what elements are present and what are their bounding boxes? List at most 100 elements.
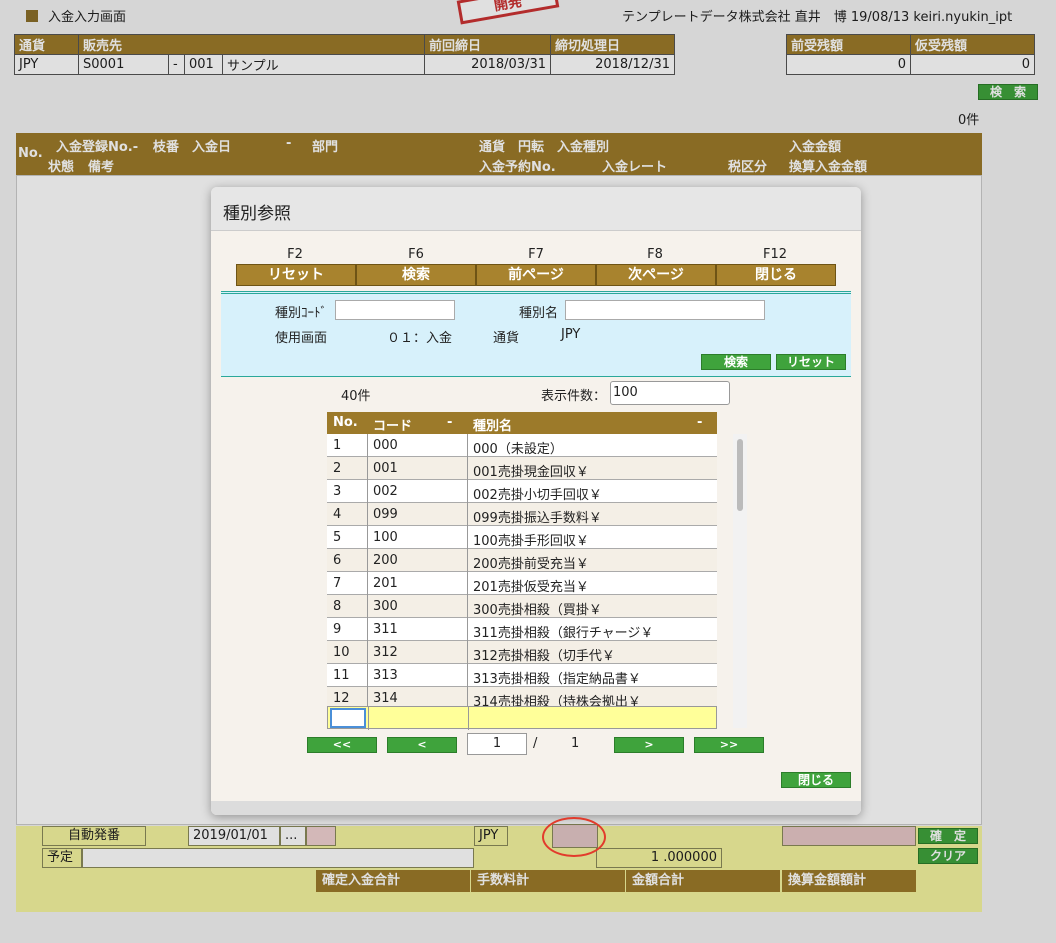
prev-page-button[interactable]: < <box>387 737 457 753</box>
grid-divider <box>367 664 368 687</box>
grid-divider <box>367 595 368 618</box>
table-row[interactable]: 3 002 002売掛小切手回収￥ <box>327 480 717 503</box>
cell-code: 313 <box>373 668 398 683</box>
search-panel: 種別ｺｰﾄﾞ 種別名 使用画面 ０１：入金 通貨 JPY 検索 リセット <box>221 291 851 377</box>
grid-divider <box>467 641 468 664</box>
next-page-button[interactable]: > <box>614 737 684 753</box>
fkey-f6: F6 <box>408 247 424 262</box>
currency-label: 通貨 <box>493 331 520 346</box>
cell-name: 002売掛小切手回収￥ <box>473 488 602 503</box>
page-size-label: 表示件数： <box>541 389 607 404</box>
cell-no: 10 <box>333 645 350 660</box>
code-label: 種別ｺｰﾄﾞ <box>275 306 328 321</box>
grid-divider <box>367 457 368 480</box>
dialog-close-button[interactable]: 閉じる <box>781 772 851 788</box>
cell-name: 200売掛前受充当￥ <box>473 557 589 572</box>
currency-value: JPY <box>561 327 581 342</box>
search-fbutton[interactable]: 検索 <box>356 264 476 286</box>
grid-divider <box>468 707 469 730</box>
cell-no: 7 <box>333 576 342 591</box>
cell-no: 1 <box>333 438 342 453</box>
panel-reset-button[interactable]: リセット <box>776 354 846 370</box>
grid-divider <box>367 572 368 595</box>
cell-code: 201 <box>373 576 398 591</box>
gh-name-sort[interactable]: - <box>697 415 702 430</box>
code-input[interactable] <box>335 300 455 320</box>
cell-no: 11 <box>333 668 350 683</box>
fkey-f12: F12 <box>762 247 788 262</box>
grid-divider <box>467 618 468 641</box>
cell-no: 4 <box>333 507 342 522</box>
cell-code: 100 <box>373 530 398 545</box>
cell-no: 12 <box>333 691 350 706</box>
grid-divider <box>467 572 468 595</box>
gh-code-sort[interactable]: - <box>447 415 452 430</box>
table-row[interactable]: 9 311 311売掛相殺（銀行チャージ￥ <box>327 618 717 641</box>
cell-no: 3 <box>333 484 342 499</box>
prev-page-fbutton[interactable]: 前ページ <box>476 264 596 286</box>
table-row[interactable]: 5 100 100売掛手形回収￥ <box>327 526 717 549</box>
name-label: 種別名 <box>519 306 559 321</box>
screen-value: ０１：入金 <box>387 331 453 346</box>
cell-name: 300売掛相殺（買掛￥ <box>473 603 602 618</box>
cell-code: 000 <box>373 438 398 453</box>
fkey-f7: F7 <box>528 247 544 262</box>
cell-name: 311売掛相殺（銀行チャージ￥ <box>473 626 654 641</box>
grid-divider <box>367 434 368 457</box>
screen-label: 使用画面 <box>275 331 328 346</box>
first-page-button[interactable]: << <box>307 737 377 753</box>
grid-divider <box>367 641 368 664</box>
table-row[interactable]: 1 000 000（未設定） <box>327 434 717 457</box>
table-row[interactable]: 2 001 001売掛現金回収￥ <box>327 457 717 480</box>
page-size-input[interactable]: 100 <box>610 381 730 405</box>
grid-header: No. コード - 種別名 - <box>327 412 717 434</box>
type-reference-dialog: 種別参照 F2 F6 F7 F8 F12 リセット 検索 前ページ 次ページ 閉… <box>211 187 861 815</box>
cell-code: 002 <box>373 484 398 499</box>
grid-divider <box>467 434 468 457</box>
cell-code: 300 <box>373 599 398 614</box>
new-row <box>327 706 717 730</box>
panel-search-button[interactable]: 検索 <box>701 354 771 370</box>
grid-divider <box>467 549 468 572</box>
grid-divider <box>467 664 468 687</box>
cell-code: 314 <box>373 691 398 706</box>
grid-scrollbar[interactable] <box>733 434 747 728</box>
new-row-no-input[interactable] <box>330 708 366 728</box>
grid-divider <box>367 480 368 503</box>
cell-no: 6 <box>333 553 342 568</box>
cell-no: 8 <box>333 599 342 614</box>
grid-divider <box>467 457 468 480</box>
cell-code: 311 <box>373 622 398 637</box>
table-row[interactable]: 7 201 201売掛仮受充当￥ <box>327 572 717 595</box>
cell-name: 099売掛振込手数料￥ <box>473 511 602 526</box>
grid-scrollbar-thumb[interactable] <box>737 439 743 511</box>
table-row[interactable]: 10 312 312売掛相殺（切手代￥ <box>327 641 717 664</box>
grid-divider <box>368 707 369 730</box>
gh-name: 種別名 <box>473 419 513 434</box>
highlight-circle <box>542 817 606 857</box>
table-row[interactable]: 8 300 300売掛相殺（買掛￥ <box>327 595 717 618</box>
name-input[interactable] <box>565 300 765 320</box>
cell-code: 099 <box>373 507 398 522</box>
grid-divider <box>467 526 468 549</box>
cell-name: 313売掛相殺（指定納品書￥ <box>473 672 641 687</box>
cell-no: 9 <box>333 622 342 637</box>
grid-divider <box>467 480 468 503</box>
close-fbutton[interactable]: 閉じる <box>716 264 836 286</box>
cell-no: 2 <box>333 461 342 476</box>
reset-fbutton[interactable]: リセット <box>236 264 356 286</box>
table-row[interactable]: 6 200 200売掛前受充当￥ <box>327 549 717 572</box>
fkey-f8: F8 <box>647 247 663 262</box>
grid-divider <box>367 503 368 526</box>
table-row[interactable]: 4 099 099売掛振込手数料￥ <box>327 503 717 526</box>
cell-no: 5 <box>333 530 342 545</box>
dialog-footer-bar <box>211 801 861 815</box>
cell-name: 100売掛手形回収￥ <box>473 534 589 549</box>
grid-divider <box>367 618 368 641</box>
cell-code: 312 <box>373 645 398 660</box>
page-number-input[interactable]: 1 <box>467 733 527 755</box>
table-row[interactable]: 11 313 313売掛相殺（指定納品書￥ <box>327 664 717 687</box>
next-page-fbutton[interactable]: 次ページ <box>596 264 716 286</box>
last-page-button[interactable]: >> <box>694 737 764 753</box>
gh-no: No. <box>333 415 358 430</box>
